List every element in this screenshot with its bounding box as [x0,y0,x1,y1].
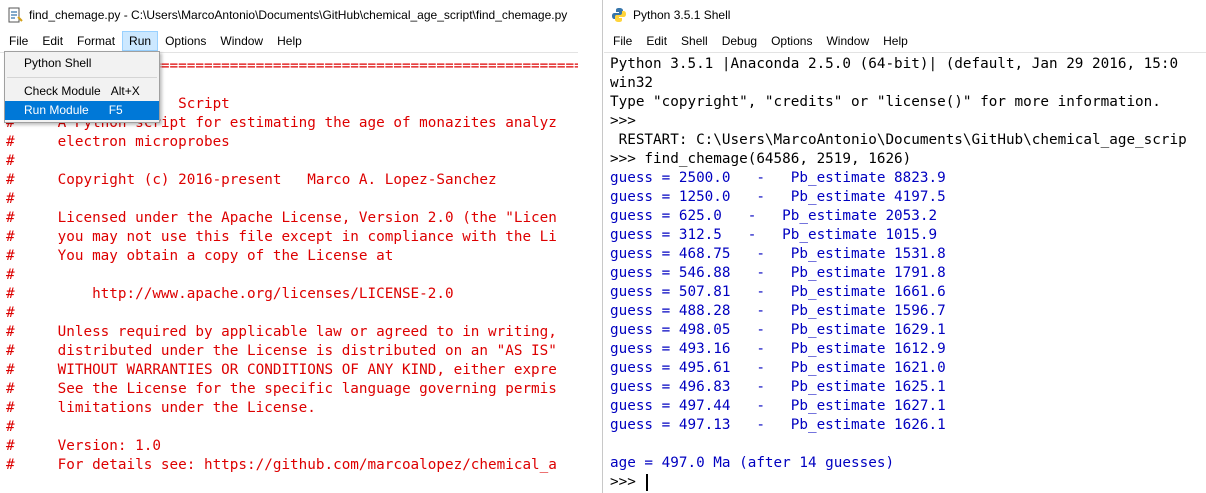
menu-options[interactable]: Options [158,31,213,51]
menu-help[interactable]: Help [876,31,915,51]
shell-banner-line: Type "copyright", "credits" or "license(… [610,94,1161,110]
menu-item-label: Check Module [24,84,101,98]
python-file-icon [8,7,23,23]
shell-title: Python 3.5.1 Shell [633,8,731,22]
shell-output-line: guess = 493.16 - Pb_estimate 1612.9 [610,341,946,357]
editor-title: find_chemage.py - C:\Users\MarcoAntonio\… [29,8,568,22]
python-shell-icon [612,8,626,22]
menu-item-shortcut: Alt+X [110,84,140,98]
menu-format[interactable]: Format [70,31,122,51]
editor-line: # http://www.apache.org/licenses/LICENSE… [6,286,454,302]
editor-line: # [6,153,15,169]
window-border [602,0,603,493]
run-menu-dropdown: Python Shell Check Module Alt+X Run Modu… [4,51,160,123]
shell-output-line: guess = 497.44 - Pb_estimate 1627.1 [610,398,946,414]
editor-line: # distributed under the License is distr… [6,343,557,359]
menu-debug[interactable]: Debug [715,31,764,51]
editor-line: # [6,191,15,207]
shell-final-prompt: >>> [610,474,645,490]
shell-prompt: >>> [610,113,636,129]
window-gap [578,0,604,493]
editor-line: # Unless required by applicable law or a… [6,324,557,340]
editor-line: # [6,419,15,435]
menu-edit[interactable]: Edit [35,31,70,51]
shell-banner-line: Python 3.5.1 |Anaconda 2.5.0 (64-bit)| (… [610,56,1179,72]
shell-output-line: guess = 498.05 - Pb_estimate 1629.1 [610,322,946,338]
menu-item-python-shell[interactable]: Python Shell [5,54,159,73]
editor-line: # WITHOUT WARRANTIES OR CONDITIONS OF AN… [6,362,557,378]
shell-window: Python 3.5.1 Shell File Edit Shell Debug… [604,0,1206,493]
editor-titlebar[interactable]: find_chemage.py - C:\Users\MarcoAntonio\… [0,0,578,30]
menu-edit[interactable]: Edit [639,31,674,51]
menu-help[interactable]: Help [270,31,309,51]
shell-output-line: guess = 495.61 - Pb_estimate 1621.0 [610,360,946,376]
editor-line: # Copyright (c) 2016-present Marco A. Lo… [6,172,497,188]
menu-item-label: Python Shell [24,56,92,70]
menu-file[interactable]: File [606,31,639,51]
shell-output-line: guess = 496.83 - Pb_estimate 1625.1 [610,379,946,395]
editor-line: # limitations under the License. [6,400,316,416]
menu-window[interactable]: Window [213,31,270,51]
editor-menubar: File Edit Format Run Options Window Help [0,30,578,52]
editor-line: # You may obtain a copy of the License a… [6,248,394,264]
shell-text-area[interactable]: Python 3.5.1 |Anaconda 2.5.0 (64-bit)| (… [604,52,1206,493]
menu-item-label: Run Module [24,103,89,117]
editor-line: # See the License for the specific langu… [6,381,557,397]
menu-run[interactable]: Run [122,31,159,51]
editor-line: # For details see: https://github.com/ma… [6,457,557,473]
shell-output-line: guess = 2500.0 - Pb_estimate 8823.9 [610,170,946,186]
editor-line: # [6,267,15,283]
shell-result-line: age = 497.0 Ma (after 14 guesses) [610,455,895,471]
menu-item-run-module[interactable]: Run Module F5 [5,101,159,120]
shell-command-line: >>> find_chemage(64586, 2519, 1626) [610,151,912,167]
shell-output-line: guess = 497.13 - Pb_estimate 1626.1 [610,417,946,433]
shell-restart-line: RESTART: C:\Users\MarcoAntonio\Documents… [610,132,1187,148]
shell-input-line[interactable]: >>> [610,473,1206,492]
editor-line: # Licensed under the Apache License, Ver… [6,210,557,226]
shell-output-line: guess = 488.28 - Pb_estimate 1596.7 [610,303,946,319]
menu-window[interactable]: Window [819,31,876,51]
shell-output-line: guess = 312.5 - Pb_estimate 1015.9 [610,227,938,243]
menu-options[interactable]: Options [764,31,819,51]
shell-output-line: guess = 1250.0 - Pb_estimate 4197.5 [610,189,946,205]
shell-output-line: guess = 625.0 - Pb_estimate 2053.2 [610,208,938,224]
menu-file[interactable]: File [2,31,35,51]
editor-line: # [6,305,15,321]
shell-output-line: guess = 546.88 - Pb_estimate 1791.8 [610,265,946,281]
shell-blank-line [610,435,1206,454]
editor-line: # you may not use this file except in co… [6,229,557,245]
menu-item-check-module[interactable]: Check Module Alt+X [5,82,159,101]
menu-shell[interactable]: Shell [674,31,715,51]
editor-line: # Version: 1.0 [6,438,161,454]
shell-output-line: guess = 507.81 - Pb_estimate 1661.6 [610,284,946,300]
menu-separator [7,77,157,78]
menu-item-shortcut: F5 [108,103,123,117]
shell-output-line: guess = 468.75 - Pb_estimate 1531.8 [610,246,946,262]
shell-titlebar[interactable]: Python 3.5.1 Shell [604,0,1206,30]
editor-line: # electron microprobes [6,134,230,150]
shell-banner-line: win32 [610,75,654,91]
shell-menubar: File Edit Shell Debug Options Window Hel… [604,30,1206,52]
text-cursor [646,473,649,491]
